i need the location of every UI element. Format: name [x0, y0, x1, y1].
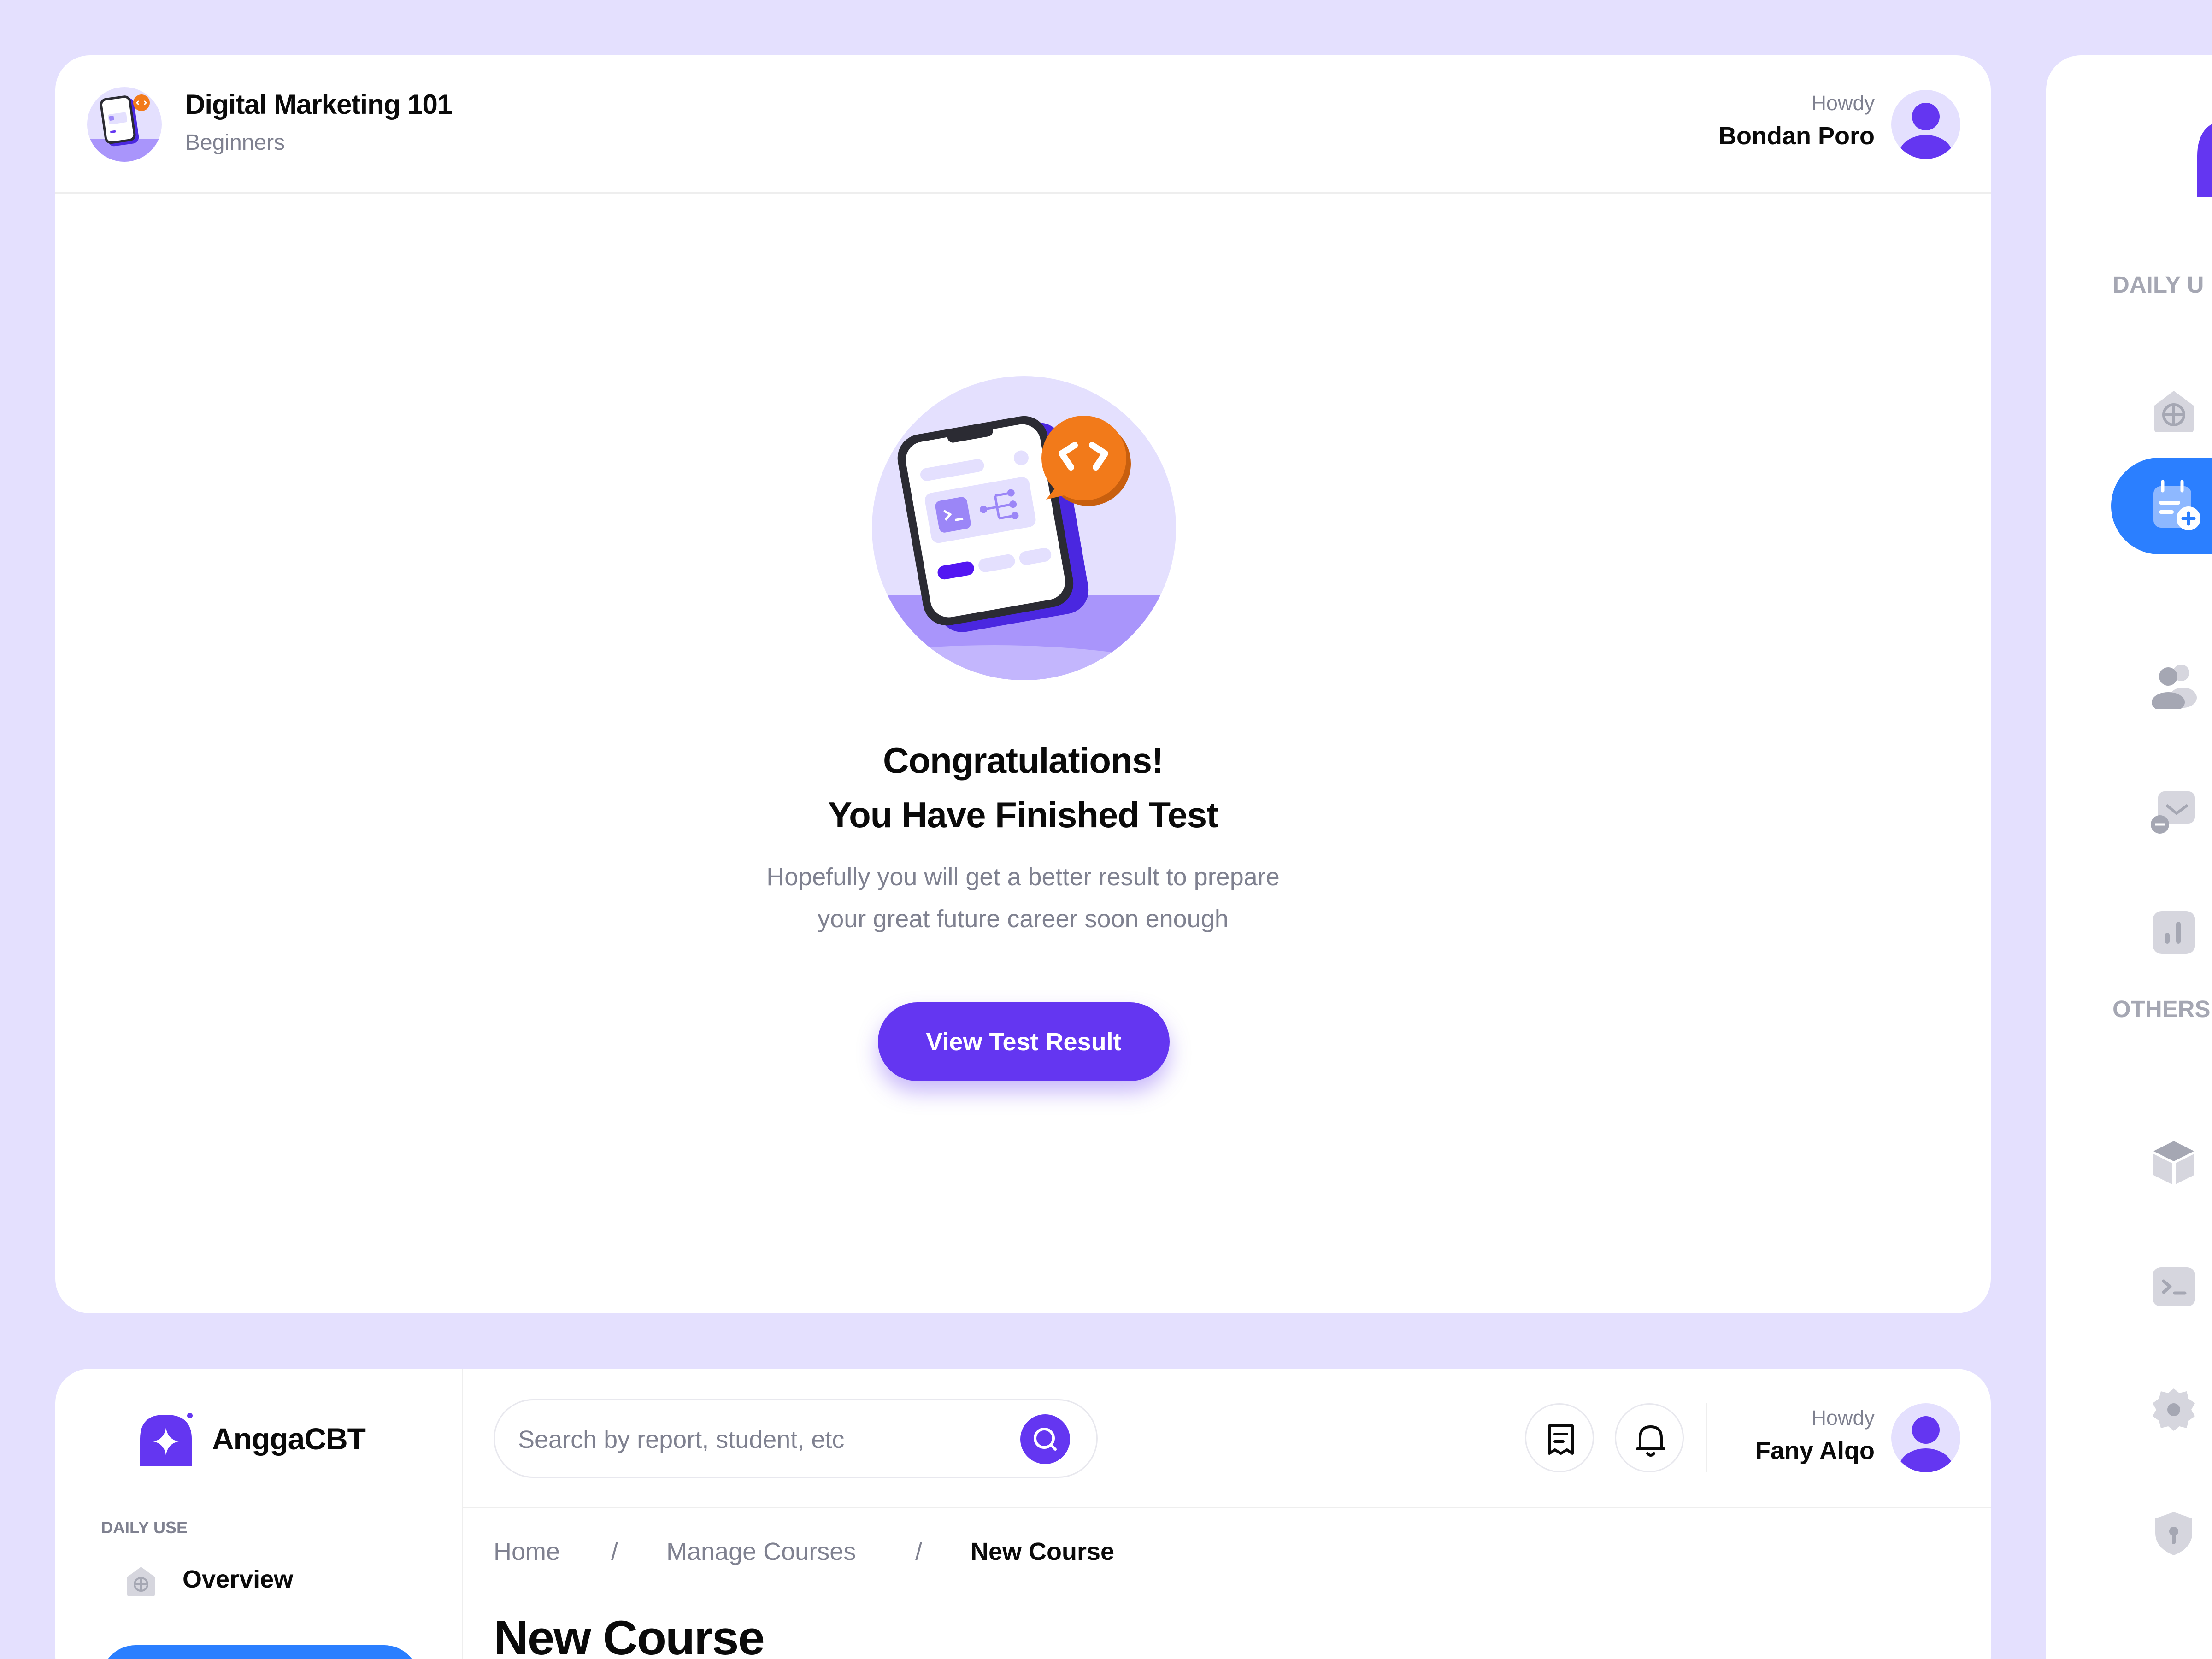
page-title: New Course	[494, 1611, 765, 1659]
user-name: Bondan Poro	[1718, 122, 1875, 150]
view-test-result-button[interactable]: View Test Result	[878, 1002, 1170, 1081]
students-icon[interactable]	[2150, 787, 2198, 835]
shield-icon[interactable]	[2150, 1509, 2198, 1558]
calendar-add-icon	[2150, 480, 2202, 532]
admin-sidebar: AnggaCBT DAILY USE Overview	[55, 1369, 463, 1659]
search-button[interactable]	[1020, 1414, 1070, 1464]
search-icon	[1034, 1428, 1057, 1451]
box-icon[interactable]	[2150, 1138, 2198, 1187]
breadcrumb-separator: /	[611, 1538, 618, 1565]
nav-item-active[interactable]	[101, 1645, 419, 1659]
terminal-icon[interactable]	[2150, 1263, 2198, 1311]
description-line-1: Hopefully you will get a better result t…	[766, 863, 1280, 891]
search-bar	[494, 1399, 1098, 1478]
chart-icon[interactable]	[2150, 908, 2198, 957]
search-input[interactable]	[518, 1419, 1002, 1460]
description-line-2: your great future career soon enough	[818, 905, 1229, 933]
header-bottom-divider	[463, 1507, 1991, 1508]
test-header: Digital Marketing 101 Beginners Howdy Bo…	[55, 55, 1991, 194]
anggacbt-logo-icon	[138, 1413, 194, 1468]
report-button[interactable]	[1525, 1403, 1594, 1472]
user-name: Fany Alqo	[1755, 1437, 1875, 1465]
course-level: Beginners	[185, 130, 285, 155]
right-sidebar-card: DAILY U OTHERS	[2046, 55, 2212, 1659]
breadcrumb-manage-courses[interactable]: Manage Courses	[666, 1537, 856, 1566]
section-label-daily-use: DAILY USE	[101, 1518, 188, 1537]
bell-icon	[1636, 1425, 1665, 1457]
test-finished-card: Digital Marketing 101 Beginners Howdy Bo…	[55, 55, 1991, 1313]
overview-icon[interactable]	[2150, 387, 2198, 435]
settings-icon[interactable]	[2150, 1386, 2198, 1434]
congrats-heading: Congratulations!	[883, 740, 1164, 781]
users-icon[interactable]	[2150, 661, 2198, 712]
user-avatar[interactable]	[1891, 90, 1960, 159]
brand-logo-icon	[2165, 119, 2212, 197]
section-label-others: OTHERS	[2112, 996, 2211, 1022]
admin-dashboard-card: AnggaCBT DAILY USE Overview Howdy Fany A…	[55, 1369, 1991, 1659]
course-title: Digital Marketing 101	[185, 89, 453, 120]
course-thumbnail	[87, 87, 162, 162]
breadcrumb-current: New Course	[971, 1538, 1115, 1565]
phone-illustration	[872, 376, 1176, 680]
header-divider	[1706, 1403, 1707, 1472]
greeting-label: Howdy	[1811, 1406, 1875, 1430]
breadcrumb-separator: /	[915, 1538, 923, 1565]
section-label-daily: DAILY U	[2112, 271, 2204, 298]
receipt-icon	[1548, 1424, 1574, 1455]
brand-name: AnggaCBT	[212, 1422, 366, 1456]
greeting-label: Howdy	[1811, 91, 1875, 115]
nav-item-overview[interactable]: Overview	[182, 1565, 293, 1594]
overview-icon	[124, 1565, 158, 1598]
breadcrumb-home[interactable]: Home	[494, 1537, 560, 1566]
nav-item-active[interactable]	[2111, 458, 2212, 554]
user-avatar[interactable]	[1891, 1403, 1960, 1472]
notification-button[interactable]	[1615, 1403, 1684, 1472]
finished-heading: You Have Finished Test	[828, 794, 1218, 835]
